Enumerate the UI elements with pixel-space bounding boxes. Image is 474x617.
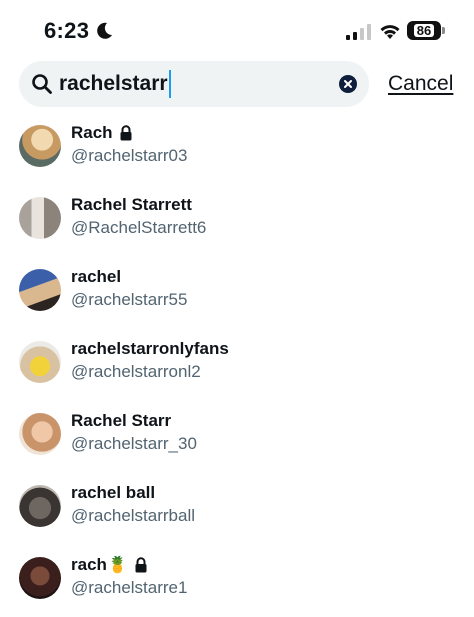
search-bar[interactable]: rachelstarr (19, 61, 369, 107)
moon-icon (97, 22, 112, 39)
user-handle: @rachelstarr03 (71, 146, 188, 165)
display-name: rachel (71, 267, 122, 286)
pineapple-emoji: 🍍 (107, 557, 128, 574)
wifi-icon (380, 25, 400, 39)
text-caret (168, 70, 171, 98)
lock-icon (135, 557, 147, 573)
avatar (19, 269, 61, 311)
avatar (19, 197, 61, 239)
avatar (19, 413, 61, 455)
list-item[interactable]: Rach @rachelstarr03 (0, 110, 474, 182)
cancel-button[interactable]: Cancel (388, 72, 453, 96)
display-name: Rach (71, 123, 113, 142)
avatar (19, 485, 61, 527)
user-handle: @rachelstarrball (71, 506, 196, 525)
avatar (19, 341, 61, 383)
clear-search-icon[interactable] (339, 75, 357, 93)
avatar (19, 125, 61, 167)
user-handle: @rachelstarre1 (71, 578, 188, 597)
user-handle: @rachelstarr_30 (71, 434, 197, 453)
display-name: rachel ball (71, 483, 156, 502)
list-item[interactable]: Rachel Starrett @RachelStarrett6 (0, 182, 474, 254)
user-handle: @RachelStarrett6 (71, 218, 207, 237)
battery-level: 86 (413, 24, 435, 37)
user-handle: @rachelstarronl2 (71, 362, 201, 381)
cellular-signal-icon (346, 24, 371, 40)
avatar (19, 557, 61, 599)
display-name: Rachel Starr (71, 411, 172, 430)
status-time: 6:23 (44, 18, 90, 43)
battery-tip (442, 27, 445, 34)
list-item[interactable]: rach 🍍 @rachelstarre1 (0, 542, 474, 614)
display-name: Rachel Starrett (71, 195, 192, 214)
search-input[interactable]: rachelstarr (59, 61, 171, 107)
search-query-text: rachelstarr (59, 72, 168, 95)
user-handle: @rachelstarr55 (71, 290, 188, 309)
list-item[interactable]: Rachel Starr @rachelstarr_30 (0, 398, 474, 470)
lock-icon (120, 125, 132, 141)
list-item[interactable]: rachel @rachelstarr55 (0, 254, 474, 326)
search-icon (32, 74, 52, 94)
battery-icon: 86 (407, 21, 441, 40)
display-name: rach (71, 555, 107, 574)
list-item[interactable]: rachel ball @rachelstarrball (0, 470, 474, 542)
status-bar: 6:23 86 (0, 0, 474, 58)
display-name: rachelstarronlyfans (71, 339, 229, 358)
list-item[interactable]: rachelstarronlyfans @rachelstarronl2 (0, 326, 474, 398)
